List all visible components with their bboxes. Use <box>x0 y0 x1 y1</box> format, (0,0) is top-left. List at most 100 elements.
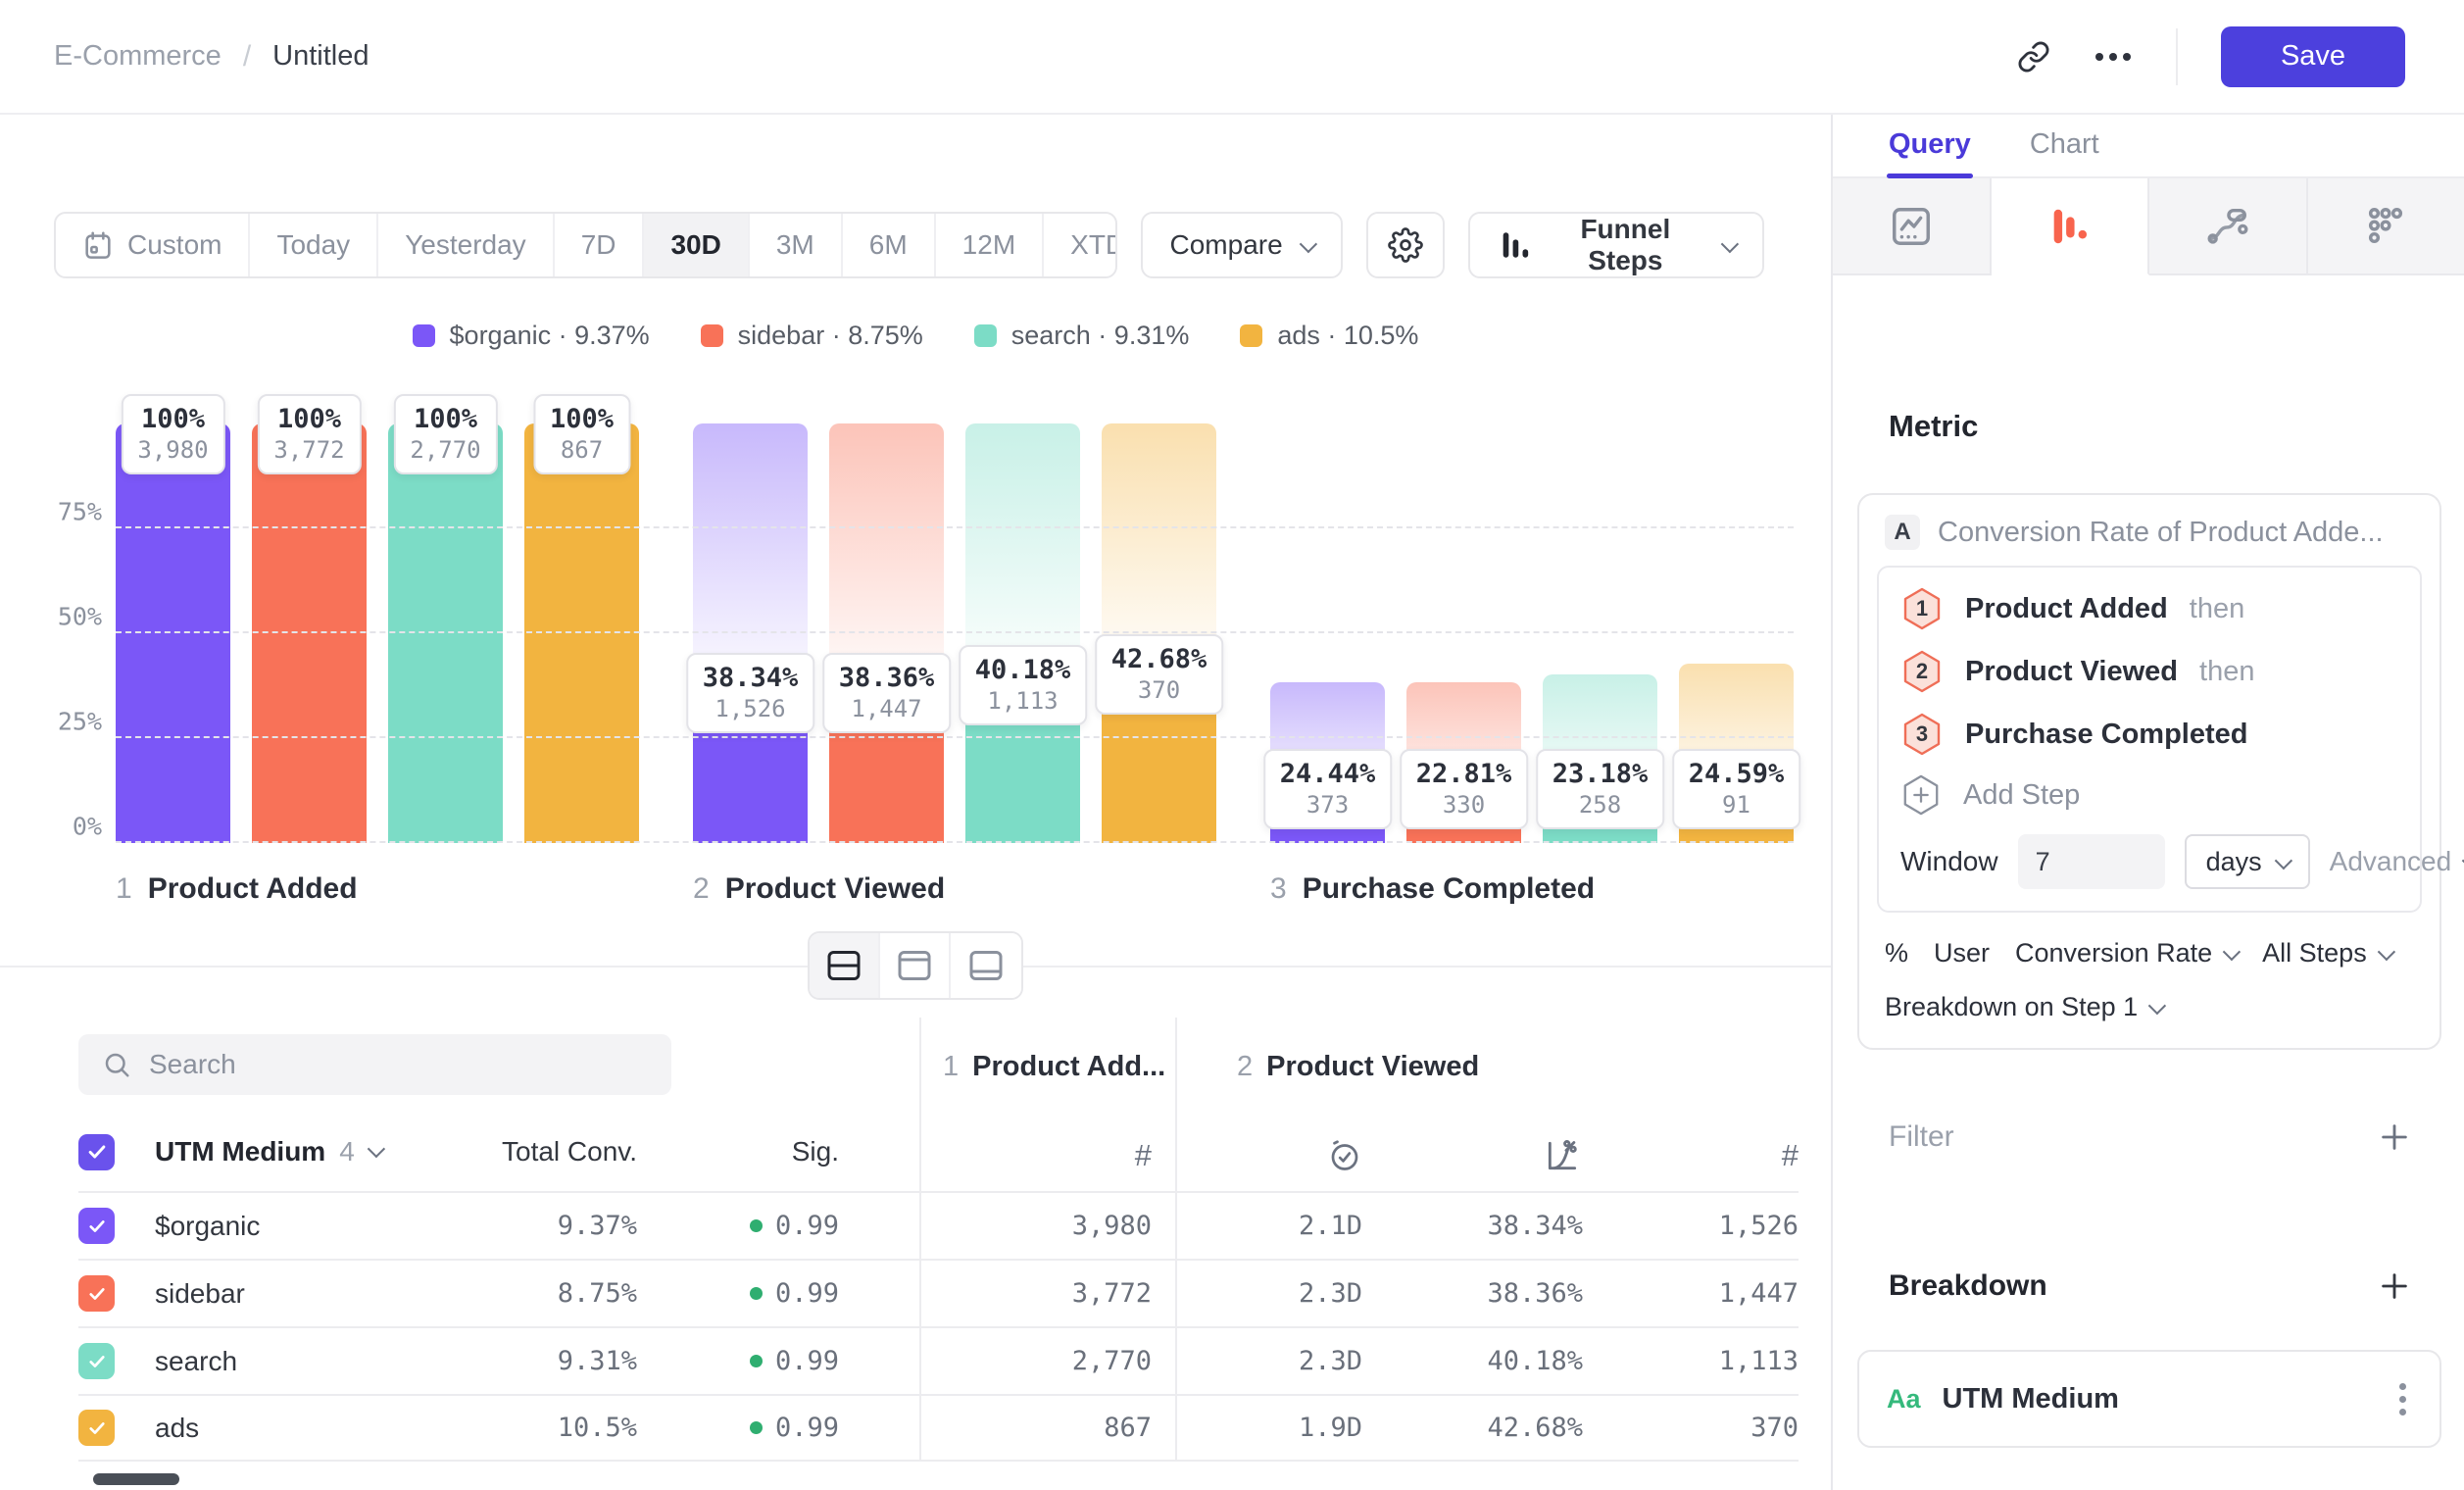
add-breakdown-button[interactable] <box>2378 1269 2411 1303</box>
legend-item-search[interactable]: search · 9.31% <box>974 321 1190 351</box>
funnel-bar-search-step1[interactable]: 100%2,770 <box>388 423 503 843</box>
measurement-scope-select[interactable]: All Steps <box>2262 938 2391 968</box>
funnel-bar-ghost <box>693 423 808 682</box>
add-filter-button[interactable] <box>2378 1120 2411 1154</box>
funnel-bar-ghost <box>965 423 1080 674</box>
chart-view-selector[interactable]: Funnel Steps <box>1468 212 1764 278</box>
tab-chart[interactable]: Chart <box>2030 128 2099 161</box>
step-number: 1 <box>943 1051 959 1083</box>
kebab-menu-icon[interactable] <box>2393 1377 2412 1421</box>
date-range-12m[interactable]: 12M <box>936 214 1044 276</box>
measurement-metric-select[interactable]: Conversion Rate <box>2015 938 2237 968</box>
total-conv-column-header[interactable]: Total Conv. <box>451 1136 637 1167</box>
line-chart-icon <box>1889 204 1934 249</box>
more-actions-button[interactable] <box>2094 51 2133 63</box>
chart-type-funnels[interactable] <box>1992 178 2150 275</box>
chevron-down-icon <box>2274 851 2292 869</box>
funnel-bar-ads-step1[interactable]: 100%867 <box>524 423 639 843</box>
date-range-custom[interactable]: Custom <box>56 214 250 276</box>
table-step2-header[interactable]: 2 Product Viewed <box>1237 1051 1479 1083</box>
funnel-bar-organic-step1[interactable]: 100%3,980 <box>116 423 230 843</box>
breakdown-item-utm-medium[interactable]: Aa UTM Medium <box>1857 1350 2441 1448</box>
horizontal-scrollbar-thumb[interactable] <box>93 1473 179 1485</box>
legend-item-sidebar[interactable]: sidebar · 8.75% <box>701 321 923 351</box>
date-range-3m[interactable]: 3M <box>750 214 843 276</box>
layout-toggle-chart-only[interactable] <box>880 933 951 998</box>
breakdown-search[interactable] <box>78 1034 671 1095</box>
date-range-yesterday[interactable]: Yesterday <box>378 214 555 276</box>
main-split: Custom Today Yesterday7D30D3M6M12MXTD Comp… <box>0 115 2464 1490</box>
breadcrumb-project[interactable]: E-Commerce <box>54 40 222 73</box>
date-range-label: Custom <box>127 229 222 261</box>
metric-label-row[interactable]: A Conversion Rate of Product Adde... <box>1859 495 2439 564</box>
add-step-button[interactable]: Add Step <box>1900 766 2398 824</box>
date-range-xtd[interactable]: XTD <box>1044 214 1116 276</box>
date-range-today[interactable]: Today <box>250 214 378 276</box>
date-range-6m[interactable]: 6M <box>843 214 936 276</box>
query-step-3[interactable]: 3Purchase Completed <box>1900 703 2398 766</box>
funnel-bar-sidebar-step2[interactable]: 38.36%1,447 <box>829 423 944 843</box>
layout-toggle-table-only[interactable] <box>951 933 1021 998</box>
funnel-bar-search-step2[interactable]: 40.18%1,113 <box>965 423 1080 843</box>
funnel-step-group-2: 38.34%1,52638.36%1,44740.18%1,11342.68%3… <box>693 423 1216 843</box>
advanced-toggle[interactable]: Advanced <box>2330 846 2464 877</box>
date-range-30d[interactable]: 30D <box>644 214 749 276</box>
funnel-bar-callout: 23.18%258 <box>1536 749 1665 829</box>
save-button[interactable]: Save <box>2221 26 2405 87</box>
step2-conv: 42.68% <box>1362 1413 1583 1443</box>
chart-type-insights[interactable] <box>1833 178 1992 275</box>
step2-conv: 40.18% <box>1362 1346 1583 1376</box>
table-row-organic[interactable]: $organic9.37%0.993,9802.1D38.34%1,526 <box>78 1191 1799 1259</box>
y-axis-tick: 50% <box>47 603 102 631</box>
funnel-bar-organic-step2[interactable]: 38.34%1,526 <box>693 423 808 843</box>
query-step-1[interactable]: 1Product Addedthen <box>1900 577 2398 640</box>
measurement-entity[interactable]: User <box>1934 938 1990 968</box>
conversion-pct: 24.59% <box>1689 759 1785 789</box>
funnel-bar-solid <box>116 423 230 843</box>
search-input[interactable] <box>149 1049 648 1080</box>
step-connector: then <box>2199 656 2254 688</box>
window-value-input[interactable] <box>2018 834 2165 889</box>
legend-item-organic[interactable]: $organic · 9.37% <box>413 321 650 351</box>
legend-item-ads[interactable]: ads · 10.5% <box>1240 321 1418 351</box>
window-unit-select[interactable]: days <box>2185 834 2310 889</box>
share-link-button[interactable] <box>2017 40 2050 74</box>
funnel-bar-callout: 100%867 <box>533 394 630 474</box>
query-step-2[interactable]: 2Product Viewedthen <box>1900 640 2398 703</box>
metric-heading: Metric <box>1889 409 2464 444</box>
funnel-bar-sidebar-step1[interactable]: 100%3,772 <box>252 423 367 843</box>
chart-type-retention[interactable] <box>2308 178 2464 275</box>
funnel-bar-ads-step2[interactable]: 42.68%370 <box>1102 423 1216 843</box>
table-row-ads[interactable]: ads10.5%0.998671.9D42.68%370 <box>78 1394 1799 1462</box>
chart-type-flows[interactable] <box>2149 178 2308 275</box>
table-step1-header[interactable]: 1 Product Add... <box>943 1051 1165 1083</box>
row-checkbox[interactable] <box>78 1208 115 1244</box>
compare-button[interactable]: Compare <box>1141 212 1343 278</box>
step1-count: 867 <box>929 1413 1152 1443</box>
funnel-bar-sidebar-step3[interactable]: 22.81%330 <box>1406 423 1521 843</box>
row-checkbox[interactable] <box>78 1275 115 1312</box>
funnel-bar-ads-step3[interactable]: 24.59%91 <box>1679 423 1794 843</box>
layout-toggle-split[interactable] <box>810 933 880 998</box>
breakdown-on-label: Breakdown on Step 1 <box>1885 992 2138 1022</box>
funnel-bar-organic-step3[interactable]: 24.44%373 <box>1270 423 1385 843</box>
conversion-pct: 24.44% <box>1280 759 1376 789</box>
funnel-bar-search-step3[interactable]: 23.18%258 <box>1543 423 1657 843</box>
filter-section-header: Filter <box>1889 1120 2411 1154</box>
select-all-checkbox[interactable] <box>78 1134 115 1170</box>
date-range-label: Today <box>276 229 350 261</box>
chart-settings-button[interactable] <box>1366 212 1445 278</box>
table-row-sidebar[interactable]: sidebar8.75%0.993,7722.3D38.36%1,447 <box>78 1259 1799 1326</box>
breakdown-on-select[interactable]: Breakdown on Step 1 <box>1859 968 2439 1048</box>
top-bar: E-Commerce / Untitled <box>0 0 2464 115</box>
breakdown-group-header[interactable]: UTM Medium 4 <box>133 1136 451 1167</box>
row-checkbox[interactable] <box>78 1410 115 1446</box>
step-name: Product Viewed <box>1266 1051 1479 1083</box>
sig-column-header[interactable]: Sig. <box>637 1136 839 1167</box>
row-checkbox[interactable] <box>78 1343 115 1379</box>
date-range-7d[interactable]: 7D <box>555 214 645 276</box>
tab-query[interactable]: Query <box>1889 128 1971 161</box>
measurement-prefix[interactable]: % <box>1885 938 1908 968</box>
table-row-search[interactable]: search9.31%0.992,7702.3D40.18%1,113 <box>78 1326 1799 1394</box>
breadcrumb-report-title[interactable]: Untitled <box>272 40 369 73</box>
